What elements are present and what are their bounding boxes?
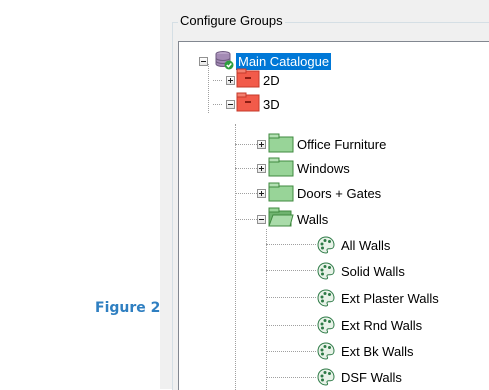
tree-node-label: 3D [263, 96, 280, 112]
palette-icon [317, 236, 335, 254]
expand-toggle[interactable] [257, 164, 266, 173]
tree-node-doors-gates[interactable]: Doors + Gates [295, 183, 383, 203]
database-check-icon [215, 51, 234, 70]
tree-node-label: All Walls [341, 237, 391, 253]
catalogue-tree-view[interactable]: Main Catalogue 2D 3D Office Furniture Wi… [178, 41, 489, 390]
tree-node-label: Ext Bk Walls [341, 343, 414, 359]
tree-node-ext-bk-walls[interactable]: Ext Bk Walls [339, 341, 415, 361]
expand-toggle[interactable] [257, 140, 266, 149]
tree-node-label: Main Catalogue [236, 52, 332, 70]
tree-connector [213, 104, 222, 105]
tree-node-label: Ext Rnd Walls [341, 317, 423, 333]
tree-node-label: 2D [263, 72, 280, 88]
tree-connector [235, 124, 236, 390]
tree-node-ext-plaster-walls[interactable]: Ext Plaster Walls [339, 288, 441, 308]
collapse-toggle[interactable] [257, 215, 266, 224]
tree-node-3d[interactable]: 3D [261, 94, 282, 114]
tree-node-label: Doors + Gates [297, 185, 382, 201]
tree-node-label: Windows [297, 160, 350, 176]
green-folder-icon [268, 182, 294, 202]
tree-connector [266, 270, 316, 271]
tree-connector [266, 297, 316, 298]
tree-node-ext-rnd-walls[interactable]: Ext Rnd Walls [339, 315, 424, 335]
palette-icon [317, 289, 335, 307]
green-folder-icon [268, 157, 294, 177]
green-folder-open-icon [268, 207, 294, 227]
red-folder-icon [236, 68, 260, 88]
tree-node-label: Walls [297, 211, 329, 227]
tree-node-solid-walls[interactable]: Solid Walls [339, 261, 407, 281]
palette-icon [317, 368, 335, 386]
tree-node-label: DSF Walls [341, 369, 402, 385]
tree-node-dsf-walls[interactable]: DSF Walls [339, 367, 404, 387]
tree-connector [266, 351, 316, 352]
palette-icon [317, 262, 335, 280]
tree-connector [266, 244, 316, 245]
tree-connector [266, 377, 316, 378]
palette-icon [317, 316, 335, 334]
tree-node-office-furniture[interactable]: Office Furniture [295, 134, 388, 154]
tree-node-2d[interactable]: 2D [261, 70, 282, 90]
group-box-title: Configure Groups [178, 13, 285, 28]
tree-node-label: Ext Plaster Walls [341, 290, 439, 306]
collapse-toggle[interactable] [199, 57, 208, 66]
expand-toggle[interactable] [226, 76, 235, 85]
palette-icon [317, 342, 335, 360]
tree-node-walls[interactable]: Walls [295, 209, 330, 229]
green-folder-icon [268, 133, 294, 153]
tree-node-label: Solid Walls [341, 263, 405, 279]
tree-node-windows[interactable]: Windows [295, 158, 352, 178]
collapse-toggle[interactable] [226, 100, 235, 109]
tree-connector [208, 64, 209, 113]
tree-node-label: Office Furniture [297, 136, 387, 152]
red-folder-icon [236, 92, 260, 112]
tree-connector [266, 229, 267, 390]
tree-node-all-walls[interactable]: All Walls [339, 235, 392, 255]
tree-connector [266, 325, 316, 326]
figure-caption: Figure 23 [95, 300, 171, 316]
tree-connector [213, 80, 222, 81]
expand-toggle[interactable] [257, 189, 266, 198]
